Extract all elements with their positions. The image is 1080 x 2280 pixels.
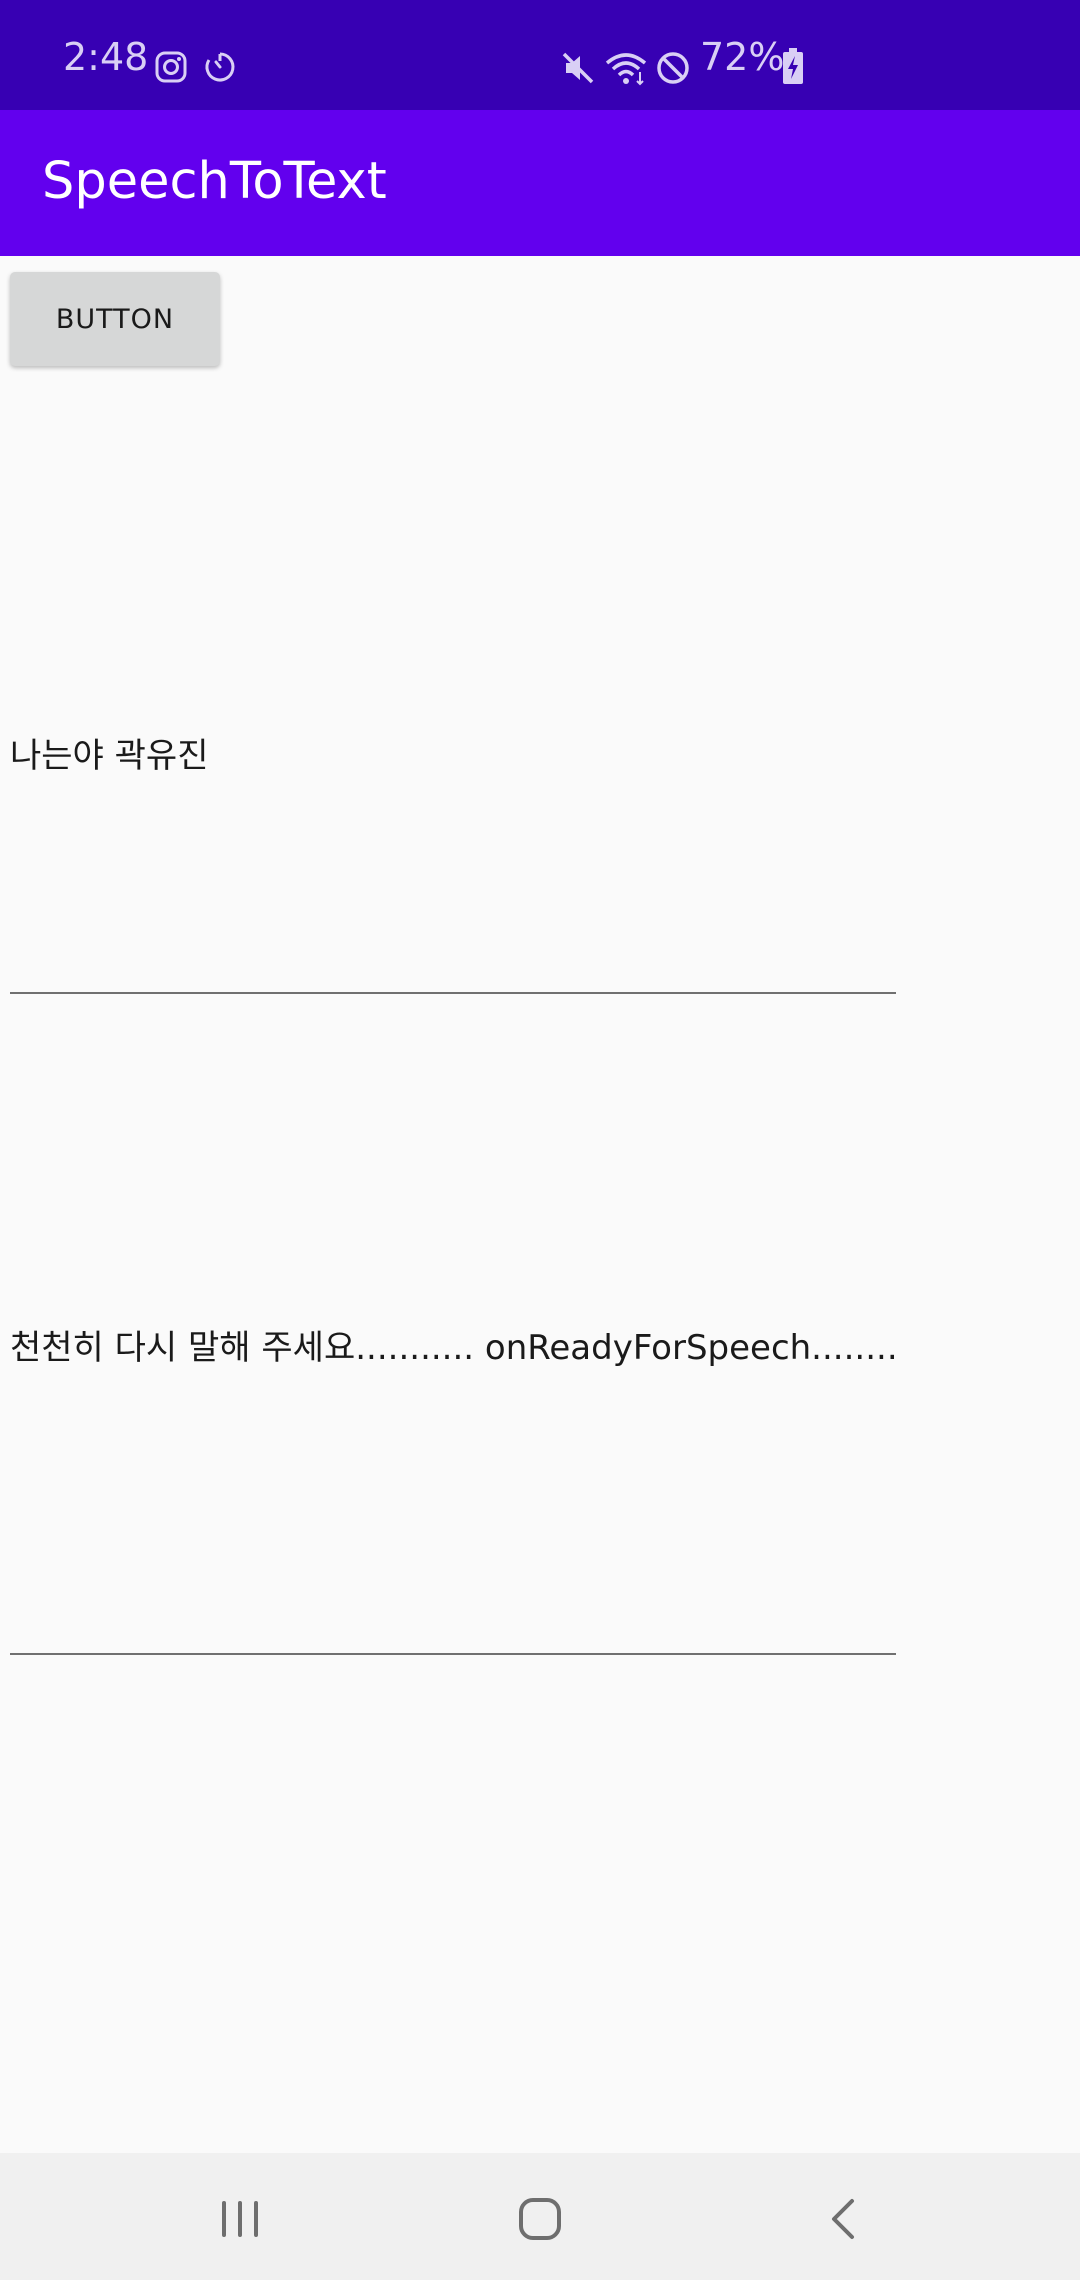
back-icon[interactable] xyxy=(822,2197,866,2241)
instagram-icon xyxy=(155,51,187,83)
status-bar: 2:48 72% xyxy=(0,0,1080,110)
navigation-bar xyxy=(0,2153,1080,2280)
edit-text-underline xyxy=(10,992,896,994)
do-not-disturb-icon xyxy=(657,52,689,84)
timer-icon xyxy=(205,52,235,82)
edit-text-underline xyxy=(10,1653,896,1655)
result-text: 나는야 곽유진 xyxy=(10,736,209,776)
status-edit-text[interactable]: 천천히 다시 말해 주세요........... onReadyForSpeec… xyxy=(10,1320,896,1369)
status-time: 2:48 xyxy=(63,35,149,79)
battery-percentage: 72% xyxy=(700,35,785,79)
speech-button[interactable]: BUTTON xyxy=(10,272,220,366)
wifi-icon xyxy=(605,53,647,86)
mute-icon xyxy=(562,52,594,84)
app-title: SpeechToText xyxy=(42,152,387,211)
battery-charging-icon xyxy=(783,48,803,84)
home-icon[interactable] xyxy=(518,2197,562,2241)
recent-apps-icon[interactable] xyxy=(218,2197,262,2241)
app-bar: SpeechToText xyxy=(0,110,1080,256)
